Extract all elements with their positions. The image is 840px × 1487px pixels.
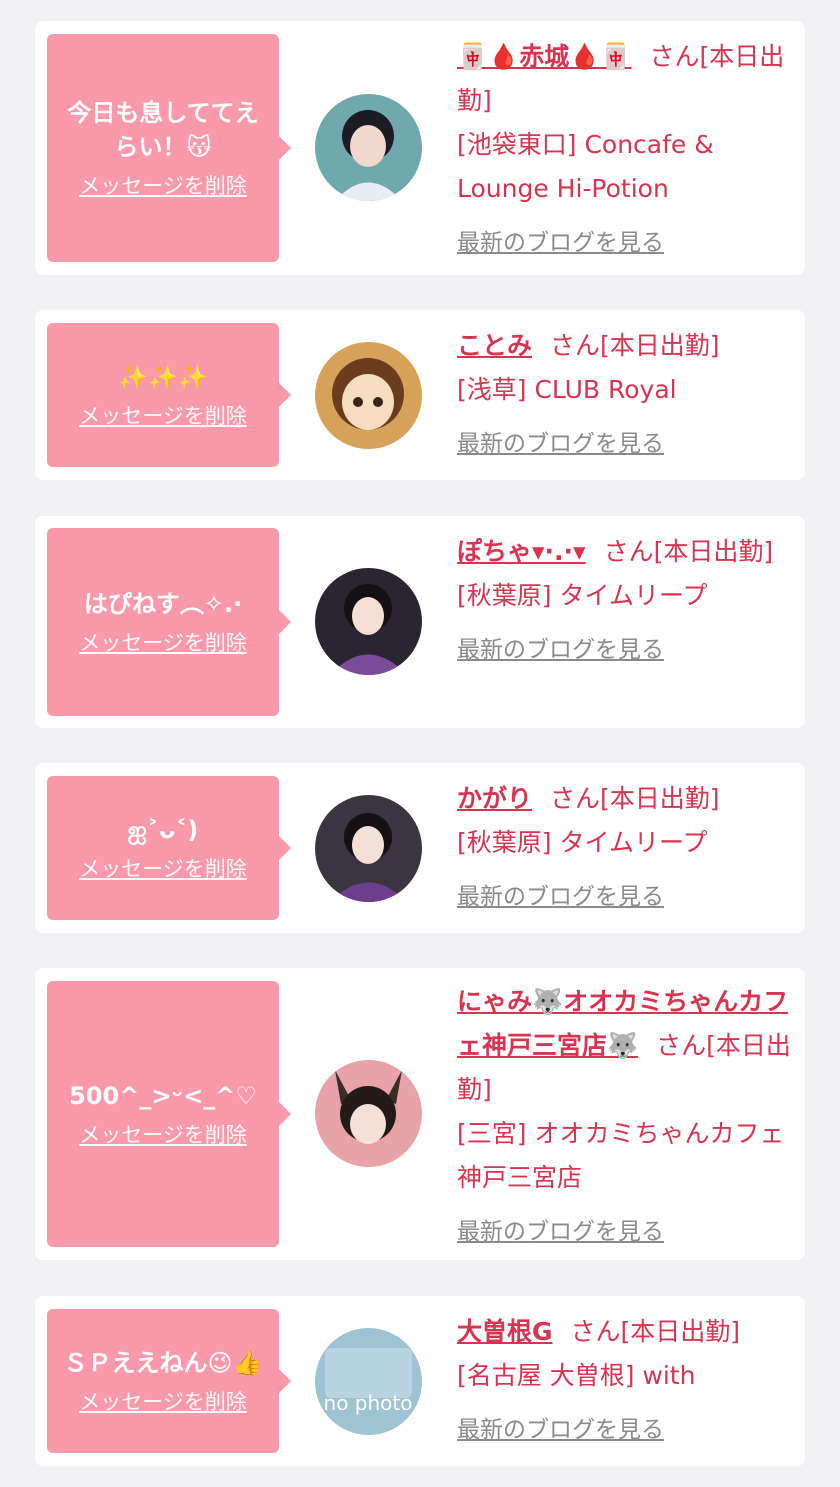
shop-name: [秋葉原] タイムリープ bbox=[457, 828, 708, 857]
shop-name: [秋葉原] タイムリープ bbox=[457, 581, 708, 610]
delete-message-link[interactable]: メッセージを削除 bbox=[79, 627, 247, 657]
avatar[interactable] bbox=[315, 795, 422, 902]
cast-status: さん[本日出勤] bbox=[570, 1317, 741, 1346]
cast-status: さん[本日出勤] bbox=[550, 784, 720, 813]
shop-name: [三宮] オオカミちゃんカフェ神戸三宮店 bbox=[457, 1119, 785, 1192]
cast-info: 🀄🩸赤城🩸🀄 さん[本日出勤] [池袋東口] Concafe & Lounge H… bbox=[457, 35, 795, 265]
avatar-image bbox=[315, 1060, 422, 1167]
avatar-image bbox=[315, 94, 422, 201]
cast-info: ことみ さん[本日出勤] [浅草] CLUB Royal 最新のブログを見る bbox=[457, 324, 795, 466]
cast-status: さん[本日出勤] bbox=[550, 331, 720, 360]
no-photo-label: no photo bbox=[324, 1391, 413, 1415]
shop-name: [池袋東口] Concafe & Lounge Hi-Potion bbox=[457, 130, 714, 203]
cast-status: さん[本日出勤] bbox=[603, 537, 774, 566]
cast-info: にゃみ🐺オオカミちゃんカフェ神戸三宮店🐺 さん[本日出勤] [三宮] オオカミちゃ… bbox=[457, 980, 795, 1254]
avatar[interactable] bbox=[315, 1060, 422, 1167]
message-bubble: ✨✨✨ メッセージを削除 bbox=[47, 323, 291, 467]
delete-message-link[interactable]: メッセージを削除 bbox=[79, 853, 247, 883]
cast-name-link[interactable]: 大曽根G bbox=[457, 1317, 553, 1346]
latest-blog-link[interactable]: 最新のブログを見る bbox=[457, 628, 664, 672]
avatar-image bbox=[315, 568, 422, 675]
cast-info: 大曽根G さん[本日出勤] [名古屋 大曽根] with 最新のブログを見る bbox=[457, 1310, 795, 1452]
cast-info: ぽちゃ▾·.·▾ さん[本日出勤] [秋葉原] タイムリープ 最新のブログを見る bbox=[457, 530, 795, 672]
cast-info: かがり さん[本日出勤] [秋葉原] タイムリープ 最新のブログを見る bbox=[457, 777, 795, 919]
cast-card: ✨✨✨ メッセージを削除 ことみ さん[本日出勤] [浅草] CLUB Royal… bbox=[35, 310, 805, 480]
avatar-image: no photo bbox=[315, 1328, 422, 1435]
avatar-image bbox=[315, 342, 422, 449]
message-bubble: ஐ˃ᴗ˂) メッセージを削除 bbox=[47, 776, 291, 920]
latest-blog-link[interactable]: 最新のブログを見る bbox=[457, 422, 664, 466]
cast-name-link[interactable]: かがり bbox=[457, 784, 532, 813]
avatar[interactable] bbox=[315, 94, 422, 201]
message-text: はぴねす︵✧.· bbox=[83, 590, 243, 618]
cast-name-link[interactable]: 🀄🩸赤城🩸🀄 bbox=[457, 42, 632, 71]
cast-card: はぴねす︵✧.· メッセージを削除 ぽちゃ▾·.·▾ さん[本日出勤] [秋葉原]… bbox=[35, 516, 805, 728]
message-text: ✨✨✨ bbox=[118, 363, 208, 391]
message-text: ＳＰええねん😉👍 bbox=[63, 1349, 263, 1377]
cast-card: 今日も息しててえらい！😽 メッセージを削除 🀄🩸赤城🩸🀄 さん[本日出勤] [池袋… bbox=[35, 21, 805, 275]
message-text: ஐ˃ᴗ˂) bbox=[127, 816, 199, 844]
message-bubble: はぴねす︵✧.· メッセージを削除 bbox=[47, 528, 291, 716]
cast-card: 500^_>ᵕ<_^♡ メッセージを削除 にゃみ🐺オオカミちゃんカフェ神戸三宮店… bbox=[35, 968, 805, 1260]
message-bubble: 500^_>ᵕ<_^♡ メッセージを削除 bbox=[47, 981, 291, 1247]
delete-message-link[interactable]: メッセージを削除 bbox=[79, 1119, 247, 1149]
delete-message-link[interactable]: メッセージを削除 bbox=[79, 400, 247, 430]
avatar[interactable] bbox=[315, 568, 422, 675]
latest-blog-link[interactable]: 最新のブログを見る bbox=[457, 221, 664, 265]
avatar-image bbox=[315, 795, 422, 902]
avatar[interactable] bbox=[315, 342, 422, 449]
cast-name-link[interactable]: ぽちゃ▾·.·▾ bbox=[457, 537, 586, 566]
cast-name-link[interactable]: ことみ bbox=[457, 331, 532, 360]
delete-message-link[interactable]: メッセージを削除 bbox=[79, 170, 247, 200]
latest-blog-link[interactable]: 最新のブログを見る bbox=[457, 875, 664, 919]
shop-name: [浅草] CLUB Royal bbox=[457, 375, 677, 404]
message-bubble: ＳＰええねん😉👍 メッセージを削除 bbox=[47, 1309, 291, 1453]
message-text: 500^_>ᵕ<_^♡ bbox=[69, 1082, 257, 1110]
cast-card: ＳＰええねん😉👍 メッセージを削除 no photo 大曽根G さん[本日出勤] … bbox=[35, 1296, 805, 1466]
latest-blog-link[interactable]: 最新のブログを見る bbox=[457, 1210, 664, 1254]
cast-card: ஐ˃ᴗ˂) メッセージを削除 かがり さん[本日出勤] [秋葉原] タイムリープ … bbox=[35, 763, 805, 933]
message-text: 今日も息しててえらい！😽 bbox=[67, 99, 259, 161]
delete-message-link[interactable]: メッセージを削除 bbox=[79, 1386, 247, 1416]
message-bubble: 今日も息しててえらい！😽 メッセージを削除 bbox=[47, 34, 291, 262]
latest-blog-link[interactable]: 最新のブログを見る bbox=[457, 1408, 664, 1452]
avatar[interactable]: no photo bbox=[315, 1328, 422, 1435]
shop-name: [名古屋 大曽根] with bbox=[457, 1361, 696, 1390]
